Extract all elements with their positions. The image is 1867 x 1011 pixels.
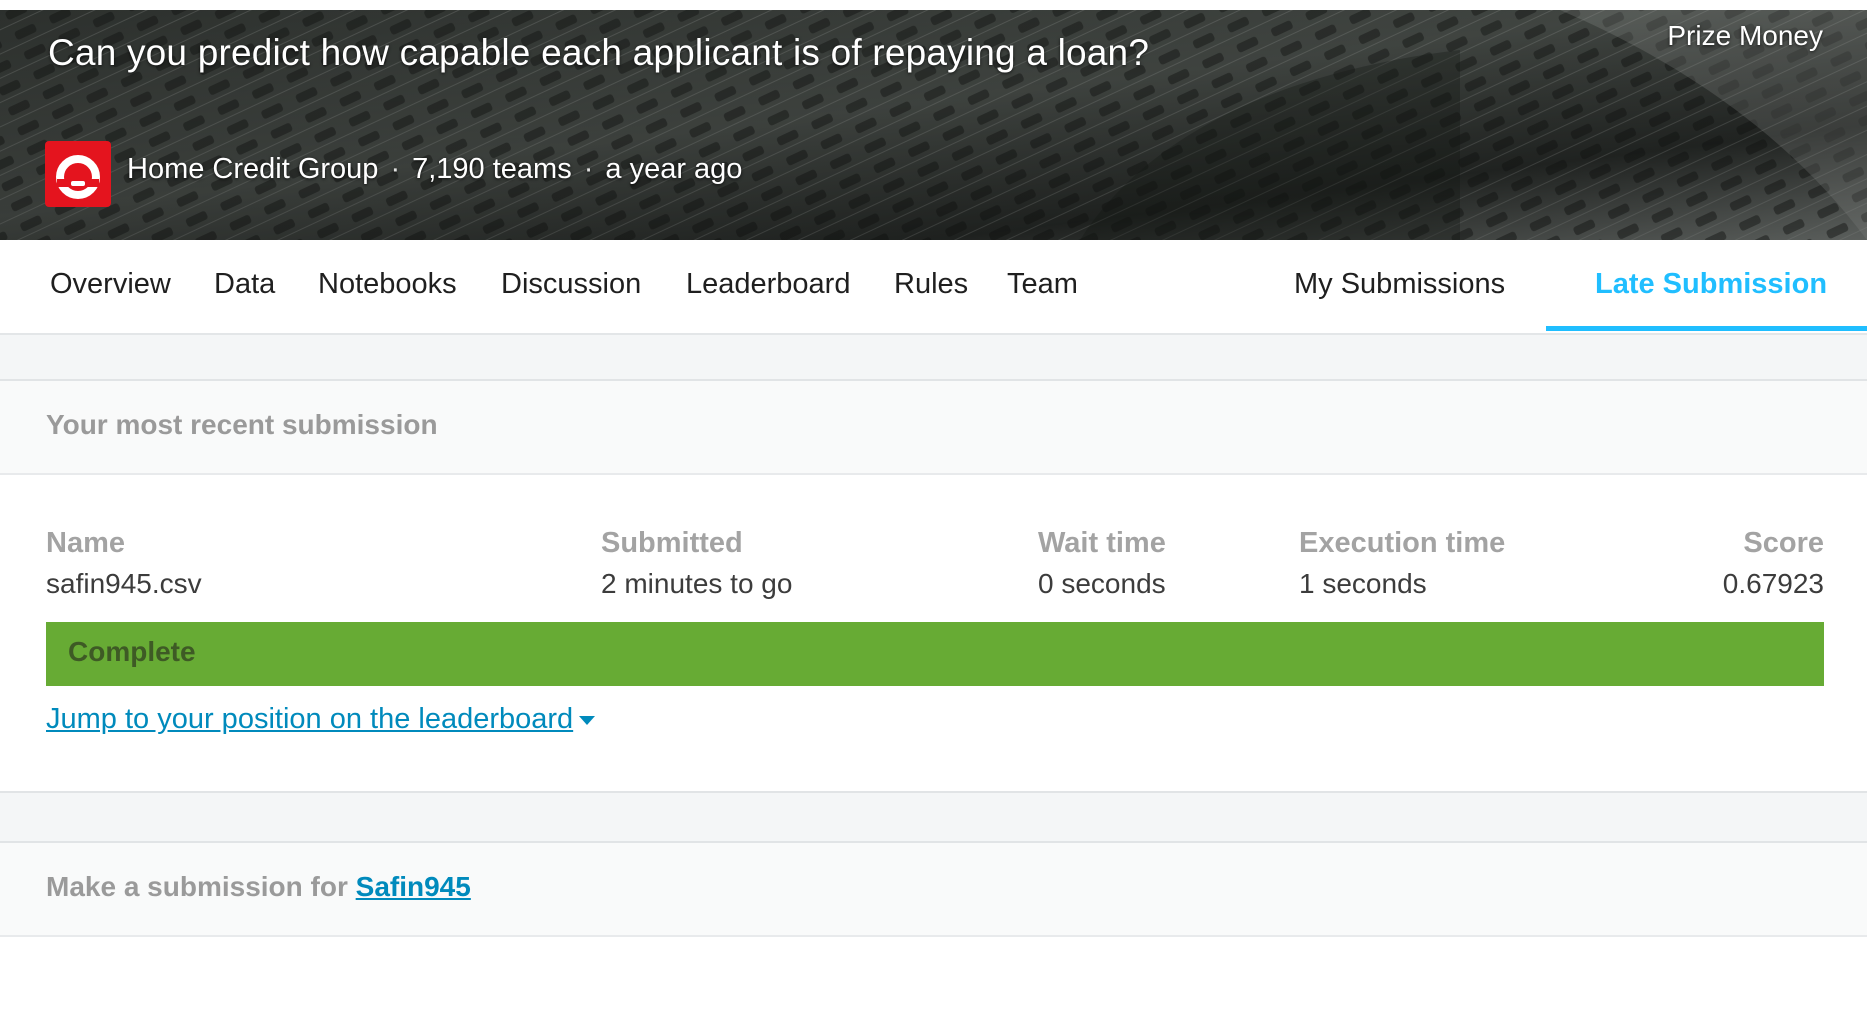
make-submission-heading: Make a submission for Safin945 xyxy=(46,871,471,903)
card-header: Make a submission for Safin945 xyxy=(0,843,1867,937)
page: Can you predict how capable each applica… xyxy=(0,0,1867,1011)
host-logo[interactable] xyxy=(45,141,111,207)
column-label-wait-time: Wait time xyxy=(1038,527,1166,559)
tab-late-submission[interactable]: Late Submission xyxy=(1595,268,1827,301)
tab-team[interactable]: Team xyxy=(1007,268,1078,301)
make-submission-prefix: Make a submission for xyxy=(46,871,348,902)
tab-discussion[interactable]: Discussion xyxy=(501,268,641,301)
active-tab-indicator xyxy=(1546,326,1867,331)
jump-link-label: Jump to your position on the leaderboard xyxy=(46,703,574,735)
wait-time-value: 0 seconds xyxy=(1038,568,1166,599)
competition-banner: Can you predict how capable each applica… xyxy=(0,10,1867,240)
make-submission-card: Make a submission for Safin945 xyxy=(0,841,1867,1011)
submission-time: 2 minutes to go xyxy=(601,568,793,599)
competition-nav: Overview Data Notebooks Discussion Leade… xyxy=(0,240,1867,335)
column-label-submitted: Submitted xyxy=(601,527,743,559)
competition-title: Can you predict how capable each applica… xyxy=(48,32,1150,73)
status-text: Complete xyxy=(68,636,196,667)
team-count[interactable]: 7,190 teams xyxy=(412,153,572,185)
competition-age: a year ago xyxy=(605,153,743,185)
jump-to-leaderboard-link[interactable]: Jump to your position on the leaderboard xyxy=(46,703,596,736)
tab-notebooks[interactable]: Notebooks xyxy=(318,268,457,301)
status-bar: Complete xyxy=(46,622,1824,686)
meta-separator: · xyxy=(583,153,594,185)
tab-rules[interactable]: Rules xyxy=(894,268,968,301)
submission-name: safin945.csv xyxy=(46,568,202,599)
tab-overview[interactable]: Overview xyxy=(50,268,171,301)
home-credit-logo-icon xyxy=(56,155,100,199)
score-value: 0.67923 xyxy=(1722,568,1824,599)
recent-submission-card: Your most recent submission Name safin94… xyxy=(0,379,1867,793)
host-name[interactable]: Home Credit Group xyxy=(127,153,378,185)
chevron-down-icon xyxy=(579,715,596,725)
column-label-execution-time: Execution time xyxy=(1299,527,1506,559)
user-profile-link[interactable]: Safin945 xyxy=(356,871,471,902)
card-header: Your most recent submission xyxy=(0,381,1867,475)
tab-data[interactable]: Data xyxy=(214,268,275,301)
competition-meta: Home Credit Group · 7,190 teams · a year ago xyxy=(127,153,742,186)
column-label-name: Name xyxy=(46,527,125,559)
column-label-score: Score xyxy=(1743,527,1824,559)
prize-money-label: Prize Money xyxy=(1667,20,1823,51)
meta-separator: · xyxy=(390,153,401,185)
tab-leaderboard[interactable]: Leaderboard xyxy=(686,268,850,301)
tab-my-submissions[interactable]: My Submissions xyxy=(1294,268,1505,301)
execution-time-value: 1 seconds xyxy=(1299,568,1427,599)
card-heading: Your most recent submission xyxy=(46,409,438,440)
